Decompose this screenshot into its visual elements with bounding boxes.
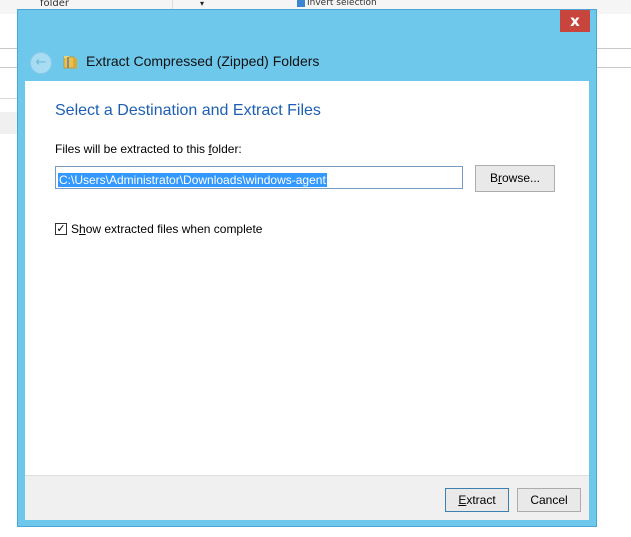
cancel-button[interactable]: Cancel xyxy=(517,488,581,512)
zip-folder-icon xyxy=(63,56,77,69)
destination-path-value: C:\Users\Administrator\Downloads\windows… xyxy=(58,173,327,187)
show-files-checkbox[interactable]: ✓ xyxy=(55,223,67,235)
ribbon-folder-label: folder xyxy=(40,0,70,9)
explorer-nav-band xyxy=(0,112,18,134)
page-title: Select a Destination and Extract Files xyxy=(55,102,321,119)
extract-dialog: x ← Extract Compressed (Zipped) Folders … xyxy=(17,9,597,527)
back-arrow-icon[interactable]: ← xyxy=(30,52,52,74)
extract-button[interactable]: Extract xyxy=(445,488,509,512)
chevron-down-icon: ▾ xyxy=(200,0,205,8)
invert-selection-button[interactable]: Invert selection xyxy=(297,0,397,8)
dialog-title: Extract Compressed (Zipped) Folders xyxy=(86,53,320,69)
dialog-content: Select a Destination and Extract Files F… xyxy=(25,81,589,475)
browse-button[interactable]: Browse... xyxy=(475,165,555,192)
invert-selection-label: Invert selection xyxy=(307,0,377,8)
dialog-footer: Extract Cancel xyxy=(25,475,589,520)
destination-path-input[interactable]: C:\Users\Administrator\Downloads\windows… xyxy=(55,166,463,189)
show-files-label[interactable]: Show extracted files when complete xyxy=(71,222,262,236)
invert-selection-icon xyxy=(297,0,305,7)
destination-label: Files will be extracted to this folder: xyxy=(55,142,242,156)
explorer-divider xyxy=(0,98,18,99)
close-button[interactable]: x xyxy=(560,10,590,32)
dialog-titlebar: ← Extract Compressed (Zipped) Folders xyxy=(18,40,596,82)
